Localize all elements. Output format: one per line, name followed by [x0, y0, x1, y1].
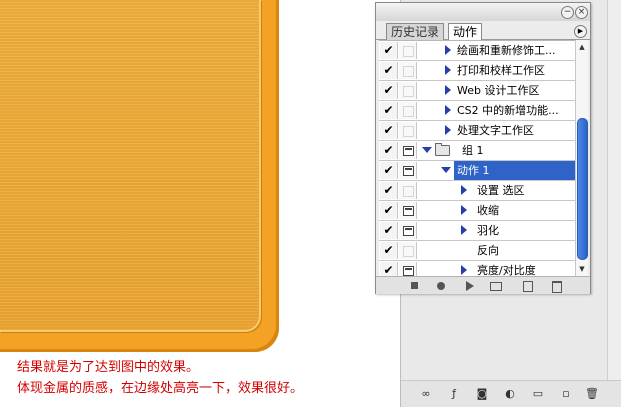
action-set-row[interactable]: ✔ 组 1	[379, 141, 575, 161]
checkmark-icon[interactable]: ✔	[380, 242, 398, 259]
new-layer-icon[interactable]: ▫	[559, 387, 573, 401]
checkmark-icon[interactable]: ✔	[380, 142, 398, 159]
action-row[interactable]: ✔ Web 设计工作区	[379, 81, 575, 101]
command-row[interactable]: ✔ 反向	[379, 241, 575, 261]
command-row[interactable]: ✔ 收缩	[379, 201, 575, 221]
caption-line-2: 体现金属的质感，在边缘处高亮一下，效果很好。	[17, 381, 304, 396]
minimize-icon[interactable]: −	[561, 6, 574, 19]
play-icon[interactable]	[466, 281, 474, 291]
checkmark-icon[interactable]: ✔	[380, 202, 398, 219]
command-label: 收缩	[477, 204, 499, 217]
action-label: 绘画和重新修饰工...	[457, 44, 556, 57]
dialog-toggle[interactable]	[399, 102, 417, 119]
record-icon[interactable]	[437, 282, 445, 290]
checkmark-icon[interactable]: ✔	[380, 42, 398, 59]
actions-footer	[376, 276, 590, 294]
panel-tabs: 历史记录 动作 ▶	[376, 21, 590, 40]
expand-triangle-icon[interactable]	[461, 225, 467, 235]
dialog-toggle[interactable]	[399, 62, 417, 79]
folder-icon[interactable]: ▭	[531, 387, 545, 401]
link-icon[interactable]: ∞	[419, 387, 433, 401]
dialog-toggle[interactable]	[399, 242, 417, 259]
checkmark-icon[interactable]: ✔	[380, 122, 398, 139]
dock-scrollbar[interactable]	[607, 0, 621, 380]
checkmark-icon[interactable]: ✔	[380, 162, 398, 179]
expand-triangle-icon[interactable]	[445, 65, 451, 75]
action-row-selected[interactable]: ✔ 动作 1	[379, 161, 575, 181]
caption-line-1: 结果就是为了达到图中的效果。	[17, 360, 200, 375]
action-label: 打印和校样工作区	[457, 64, 545, 77]
checkmark-icon[interactable]: ✔	[380, 82, 398, 99]
dialog-toggle[interactable]	[399, 202, 417, 219]
action-row[interactable]: ✔ 打印和校样工作区	[379, 61, 575, 81]
dialog-toggle[interactable]	[399, 182, 417, 199]
checkmark-icon[interactable]: ✔	[380, 102, 398, 119]
expand-triangle-icon[interactable]	[445, 125, 451, 135]
collapse-triangle-icon[interactable]	[422, 147, 432, 153]
expand-triangle-icon[interactable]	[445, 45, 451, 55]
trash-icon[interactable]: 🗑	[585, 387, 599, 401]
expand-triangle-icon[interactable]	[445, 85, 451, 95]
command-row[interactable]: ✔ 设置 选区	[379, 181, 575, 201]
actions-scrollbar[interactable]: ▲ ▼	[575, 40, 588, 276]
action-label: Web 设计工作区	[457, 84, 540, 97]
expand-triangle-icon[interactable]	[445, 105, 451, 115]
dialog-toggle[interactable]	[399, 42, 417, 59]
action-row[interactable]: ✔ 处理文字工作区	[379, 121, 575, 141]
dock-footer: ∞ ƒ ◙ ◐ ▭ ▫ 🗑	[401, 380, 621, 407]
layer-style-icon[interactable]: ƒ	[447, 387, 461, 401]
panel-titlebar[interactable]: − ×	[376, 3, 590, 21]
stop-icon[interactable]	[411, 282, 418, 289]
action-set-label: 组 1	[462, 144, 484, 157]
panel-menu-icon[interactable]: ▶	[574, 25, 587, 38]
command-label: 羽化	[477, 224, 499, 237]
dialog-toggle[interactable]	[399, 82, 417, 99]
action-label: 动作 1	[457, 164, 490, 177]
adjustment-icon[interactable]: ◐	[503, 387, 517, 401]
actions-panel: − × 历史记录 动作 ▶ ✔ 绘画和重新修饰工... ✔ 打印和校样工作区 ✔…	[375, 2, 591, 294]
scroll-down-icon[interactable]: ▼	[578, 264, 586, 274]
expand-triangle-icon[interactable]	[461, 265, 467, 275]
new-set-icon[interactable]	[490, 282, 502, 291]
mask-icon[interactable]: ◙	[475, 387, 489, 401]
action-label: CS2 中的新增功能...	[457, 104, 559, 117]
tab-history[interactable]: 历史记录	[386, 23, 445, 40]
dialog-toggle[interactable]	[399, 122, 417, 139]
checkmark-icon[interactable]: ✔	[380, 62, 398, 79]
plate-face	[0, 0, 261, 332]
dialog-toggle[interactable]	[399, 142, 417, 159]
dialog-toggle[interactable]	[399, 162, 417, 179]
scroll-up-icon[interactable]: ▲	[578, 42, 586, 52]
command-row[interactable]: ✔ 羽化	[379, 221, 575, 241]
action-row[interactable]: ✔ CS2 中的新增功能...	[379, 101, 575, 121]
dialog-toggle[interactable]	[399, 222, 417, 239]
brushed-metal-plate	[0, 0, 279, 352]
close-icon[interactable]: ×	[575, 6, 588, 19]
folder-icon	[435, 143, 450, 156]
command-label: 设置 选区	[477, 184, 525, 197]
checkmark-icon[interactable]: ✔	[380, 222, 398, 239]
expand-triangle-icon[interactable]	[461, 205, 467, 215]
actions-list: ✔ 绘画和重新修饰工... ✔ 打印和校样工作区 ✔ Web 设计工作区 ✔ C…	[379, 40, 575, 279]
tab-actions[interactable]: 动作	[448, 23, 483, 40]
action-label: 处理文字工作区	[457, 124, 534, 137]
checkmark-icon[interactable]: ✔	[380, 182, 398, 199]
action-row[interactable]: ✔ 绘画和重新修饰工...	[379, 41, 575, 61]
command-label: 反向	[477, 244, 499, 257]
expand-triangle-icon[interactable]	[461, 185, 467, 195]
new-action-icon[interactable]	[523, 281, 533, 292]
scroll-thumb[interactable]	[577, 118, 588, 260]
collapse-triangle-icon[interactable]	[441, 167, 451, 173]
delete-icon[interactable]	[552, 281, 562, 293]
